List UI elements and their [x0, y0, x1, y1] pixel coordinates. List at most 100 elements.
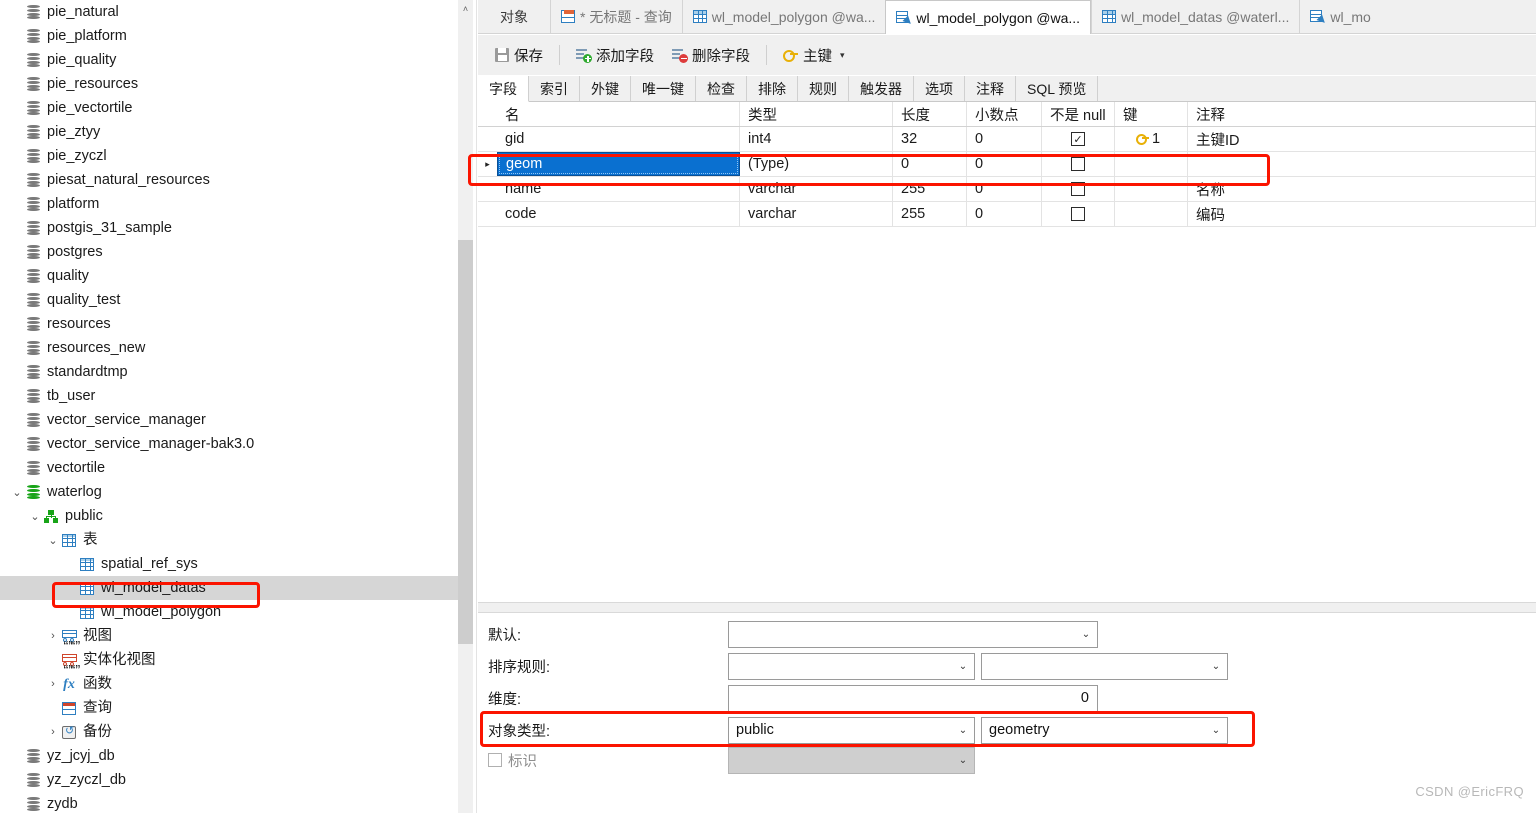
- tree-item[interactable]: wl_model_datas: [0, 576, 458, 600]
- tree-twisty-icon[interactable]: [10, 288, 24, 312]
- collation-select-2[interactable]: ⌄: [981, 652, 1228, 680]
- tree-twisty-icon[interactable]: ›: [46, 624, 60, 648]
- tree-item[interactable]: 查询: [0, 696, 458, 720]
- cell-field-name[interactable]: code: [497, 202, 740, 226]
- scrollbar-thumb[interactable]: [458, 240, 473, 644]
- tree-item[interactable]: spatial_ref_sys: [0, 552, 458, 576]
- designer-subtab[interactable]: 排除: [747, 76, 798, 101]
- tree-twisty-icon[interactable]: [10, 768, 24, 792]
- tree-item[interactable]: tb_user: [0, 384, 458, 408]
- tree-twisty-icon[interactable]: [10, 0, 24, 24]
- not-null-checkbox[interactable]: [1071, 182, 1085, 196]
- database-tree-sidebar[interactable]: pie_natural pie_platform pie_quality pie_re…: [0, 0, 458, 813]
- designer-subtab[interactable]: 检查: [696, 76, 747, 101]
- tree-twisty-icon[interactable]: [10, 432, 24, 456]
- cell-field-length[interactable]: 0: [893, 152, 967, 176]
- table-row[interactable]: name varchar 255 0 名称: [478, 177, 1536, 202]
- tree-twisty-icon[interactable]: [10, 744, 24, 768]
- cell-field-decimals[interactable]: 0: [967, 127, 1042, 151]
- object-type-schema-select[interactable]: public ⌄: [728, 716, 975, 744]
- tree-item[interactable]: resources: [0, 312, 458, 336]
- tree-item[interactable]: pie_quality: [0, 48, 458, 72]
- tree-item[interactable]: pie_ztyy: [0, 120, 458, 144]
- editor-tab[interactable]: wl_model_polygon @wa...: [885, 0, 1092, 34]
- chevron-down-icon[interactable]: ⌄: [1205, 661, 1227, 672]
- cell-key[interactable]: [1115, 152, 1188, 176]
- cell-field-name[interactable]: gid: [497, 127, 740, 151]
- tree-twisty-icon[interactable]: [10, 360, 24, 384]
- tree-item[interactable]: quality_test: [0, 288, 458, 312]
- chevron-down-icon[interactable]: ⌄: [1205, 725, 1227, 736]
- cell-comment[interactable]: 主键ID: [1188, 127, 1536, 151]
- cell-field-length[interactable]: 32: [893, 127, 967, 151]
- add-field-button[interactable]: 添加字段: [567, 42, 663, 69]
- tree-twisty-icon[interactable]: [10, 216, 24, 240]
- cell-comment[interactable]: 编码: [1188, 202, 1536, 226]
- tab-object[interactable]: 对象: [478, 0, 550, 33]
- cell-not-null[interactable]: [1042, 152, 1115, 176]
- dimension-input[interactable]: 0: [728, 684, 1098, 712]
- designer-subtab[interactable]: 选项: [914, 76, 965, 101]
- cell-not-null[interactable]: ✓: [1042, 127, 1115, 151]
- tree-item[interactable]: › 备份: [0, 720, 458, 744]
- table-row[interactable]: code varchar 255 0 编码: [478, 202, 1536, 227]
- identity-checkbox[interactable]: [488, 753, 502, 767]
- tree-twisty-icon[interactable]: ›: [46, 672, 60, 696]
- cell-field-decimals[interactable]: 0: [967, 152, 1042, 176]
- column-header-name[interactable]: 名: [497, 102, 740, 126]
- field-properties-form[interactable]: 默认: ⌄ 排序规则: ⌄ ⌄ 维度: 0 对象类型: public ⌄ geo…: [478, 613, 1536, 813]
- column-header-type[interactable]: 类型: [740, 102, 893, 126]
- not-null-checkbox[interactable]: [1071, 207, 1085, 221]
- column-header-decimals[interactable]: 小数点: [967, 102, 1042, 126]
- cell-field-name[interactable]: geom: [497, 152, 740, 176]
- tree-twisty-icon[interactable]: [10, 72, 24, 96]
- tree-twisty-icon[interactable]: [46, 696, 60, 720]
- cell-key[interactable]: [1115, 177, 1188, 201]
- designer-subtab[interactable]: 外键: [580, 76, 631, 101]
- object-type-type-select[interactable]: geometry ⌄: [981, 716, 1228, 744]
- designer-subtab[interactable]: 触发器: [849, 76, 914, 101]
- tree-twisty-icon[interactable]: [10, 264, 24, 288]
- tree-list[interactable]: pie_natural pie_platform pie_quality pie_re…: [0, 0, 458, 813]
- tree-item[interactable]: › fx 函数: [0, 672, 458, 696]
- tree-twisty-icon[interactable]: [10, 168, 24, 192]
- editor-tab-bar[interactable]: 对象 * 无标题 - 查询 wl_model_polygon @wa... wl_m…: [478, 0, 1536, 34]
- editor-tab[interactable]: wl_model_polygon @wa...: [681, 0, 886, 33]
- tree-item[interactable]: pie_resources: [0, 72, 458, 96]
- tree-item[interactable]: › 视图: [0, 624, 458, 648]
- primary-key-button[interactable]: 主键 ▾: [774, 42, 854, 69]
- tree-twisty-icon[interactable]: [10, 96, 24, 120]
- chevron-down-icon[interactable]: ⌄: [952, 725, 974, 736]
- tree-twisty-icon[interactable]: [10, 408, 24, 432]
- tree-item[interactable]: ⌄ public: [0, 504, 458, 528]
- tree-twisty-icon[interactable]: ⌄: [46, 528, 60, 552]
- tree-item[interactable]: piesat_natural_resources: [0, 168, 458, 192]
- editor-tab[interactable]: wl_model_datas @waterl...: [1091, 0, 1300, 33]
- tree-twisty-icon[interactable]: [46, 648, 60, 672]
- cell-key[interactable]: 1: [1115, 127, 1188, 151]
- tree-item[interactable]: ⌄ waterlog: [0, 480, 458, 504]
- tree-item[interactable]: pie_platform: [0, 24, 458, 48]
- tree-twisty-icon[interactable]: [10, 792, 24, 813]
- cell-comment[interactable]: [1188, 152, 1536, 176]
- tree-twisty-icon[interactable]: [64, 576, 78, 600]
- tree-item[interactable]: postgis_31_sample: [0, 216, 458, 240]
- tree-twisty-icon[interactable]: [64, 552, 78, 576]
- tree-item[interactable]: standardtmp: [0, 360, 458, 384]
- chevron-down-icon[interactable]: ▾: [840, 50, 845, 61]
- tree-item[interactable]: vector_service_manager-bak3.0: [0, 432, 458, 456]
- tree-twisty-icon[interactable]: [10, 144, 24, 168]
- column-header-comment[interactable]: 注释: [1188, 102, 1536, 126]
- tree-item[interactable]: quality: [0, 264, 458, 288]
- tree-twisty-icon[interactable]: [10, 456, 24, 480]
- tree-item[interactable]: yz_jcyj_db: [0, 744, 458, 768]
- cell-key[interactable]: [1115, 202, 1188, 226]
- designer-subtab[interactable]: 注释: [965, 76, 1016, 101]
- chevron-down-icon[interactable]: ⌄: [1075, 629, 1097, 640]
- table-row[interactable]: gid int4 32 0 ✓ 1 主键ID: [478, 127, 1536, 152]
- tree-twisty-icon[interactable]: [10, 192, 24, 216]
- cell-comment[interactable]: 名称: [1188, 177, 1536, 201]
- designer-subtab[interactable]: 索引: [529, 76, 580, 101]
- tree-item[interactable]: ⌄ 表: [0, 528, 458, 552]
- sidebar-vertical-scrollbar[interactable]: ˄: [458, 0, 473, 813]
